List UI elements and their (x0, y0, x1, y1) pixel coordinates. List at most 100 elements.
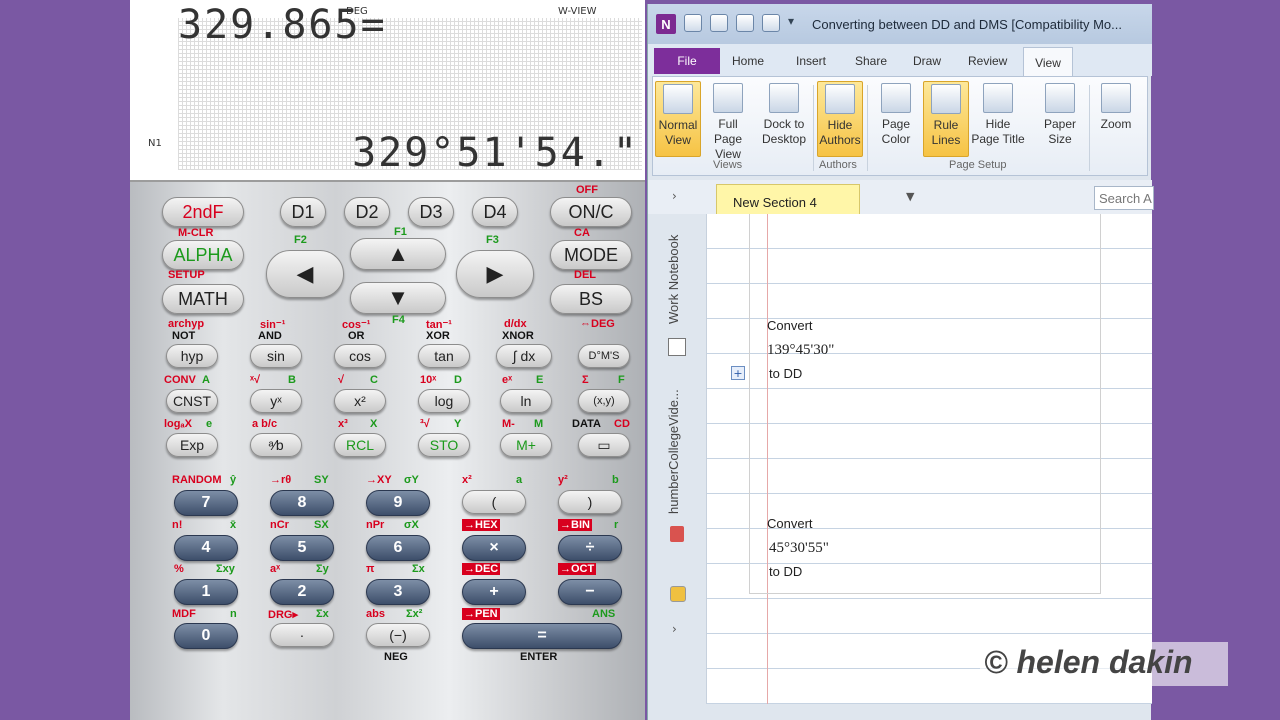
dock-icon[interactable] (736, 14, 754, 32)
more-notebooks-icon[interactable]: › (672, 622, 677, 636)
notebook-work[interactable]: Work Notebook (666, 235, 681, 324)
right-paren-key[interactable]: ) (558, 490, 622, 514)
right-arrow-key[interactable]: ▶ (456, 250, 534, 298)
d3-key[interactable]: D3 (408, 197, 454, 227)
ribbon-separator (867, 85, 868, 171)
key-1[interactable]: 1 (174, 579, 238, 605)
data-key[interactable]: ▭ (578, 433, 630, 457)
section-tab-new-section-4[interactable]: New Section 4 (716, 184, 860, 214)
key-6[interactable]: 6 (366, 535, 430, 561)
key-8[interactable]: 8 (270, 490, 334, 516)
key-0[interactable]: 0 (174, 623, 238, 649)
dms-key[interactable]: D°M'S (578, 344, 630, 368)
plus-key[interactable]: + (462, 579, 526, 605)
normal-view-icon (663, 84, 693, 114)
sum-x2-label: Σx² (406, 608, 423, 620)
key-5[interactable]: 5 (270, 535, 334, 561)
note-to-dd-1[interactable]: to DD (769, 366, 802, 381)
paper-size-button[interactable]: Paper Size (1037, 81, 1083, 157)
key-9[interactable]: 9 (366, 490, 430, 516)
log-key[interactable]: log (418, 389, 470, 413)
note-dms-value-1[interactable]: 139°45'30" (767, 342, 834, 359)
tab-home[interactable]: Home (732, 54, 764, 68)
cnst-key[interactable]: CNST (166, 389, 218, 413)
rcl-key[interactable]: RCL (334, 433, 386, 457)
sum-xy-label: Σxy (216, 563, 235, 575)
d4-key[interactable]: D4 (472, 197, 518, 227)
equals-key[interactable]: = (462, 623, 622, 649)
on-c-key[interactable]: ON/C (550, 197, 632, 227)
hyp-key[interactable]: hyp (166, 344, 218, 368)
2ndf-key[interactable]: 2ndF (162, 197, 244, 227)
back-icon[interactable] (684, 14, 702, 32)
multiply-key[interactable]: × (462, 535, 526, 561)
left-arrow-icon: ◀ (296, 261, 314, 286)
fraction-key[interactable]: ᵃ⁄b (250, 433, 302, 457)
alpha-key[interactable]: ALPHA (162, 240, 244, 270)
ncr-label: nCr (270, 519, 289, 531)
sin-key[interactable]: sin (250, 344, 302, 368)
watermark: © helen dakin (980, 642, 1228, 686)
tab-file[interactable]: File (654, 48, 720, 74)
mplus-key[interactable]: M+ (500, 433, 552, 457)
up-arrow-key[interactable]: ▲ (350, 238, 446, 270)
exp-key[interactable]: Exp (166, 433, 218, 457)
negative-key[interactable]: (−) (366, 623, 430, 647)
unfiled-notes-icon[interactable] (670, 586, 686, 602)
customize-toolbar-icon[interactable]: ▾ (788, 14, 806, 32)
tab-insert[interactable]: Insert (796, 54, 826, 68)
key-2[interactable]: 2 (270, 579, 334, 605)
full-page-view-button[interactable]: Full Page View (705, 81, 751, 161)
divide-key[interactable]: ÷ (558, 535, 622, 561)
group-page-setup-label: Page Setup (949, 159, 1007, 171)
integral-key[interactable]: ∫ dx (496, 344, 552, 368)
left-arrow-key[interactable]: ◀ (266, 250, 344, 298)
dock-to-desktop-button[interactable]: Dock to Desktop (757, 81, 811, 157)
search-input[interactable]: Search A (1094, 186, 1154, 210)
d2-key[interactable]: D2 (344, 197, 390, 227)
square-key[interactable]: x² (334, 389, 386, 413)
tan-key[interactable]: tan (418, 344, 470, 368)
rule-lines-button[interactable]: Rule Lines (923, 81, 969, 157)
full-page-icon[interactable] (762, 14, 780, 32)
ln-key[interactable]: ln (500, 389, 552, 413)
xy-paren-key[interactable]: (x,y) (578, 389, 630, 413)
key-3[interactable]: 3 (366, 579, 430, 605)
zoom-button[interactable]: Zoom (1093, 81, 1139, 157)
tab-share[interactable]: Share (855, 54, 887, 68)
tab-view[interactable]: View (1023, 47, 1073, 77)
hide-authors-button[interactable]: Hide Authors (817, 81, 863, 157)
key-4[interactable]: 4 (174, 535, 238, 561)
note-dms-value-2[interactable]: 45°30'55" (769, 540, 829, 557)
expand-outline-icon[interactable]: + (731, 366, 745, 380)
tab-draw[interactable]: Draw (913, 54, 941, 68)
notebook-red-icon (670, 526, 684, 542)
hide-page-title-button[interactable]: Hide Page Title (971, 81, 1025, 157)
d1-key[interactable]: D1 (280, 197, 326, 227)
decimal-point-key[interactable]: · (270, 623, 334, 647)
page-color-button[interactable]: Page Color (873, 81, 919, 157)
normal-view-button[interactable]: Normal View (655, 81, 701, 157)
note-to-dd-2[interactable]: to DD (769, 564, 802, 579)
tab-review[interactable]: Review (968, 54, 1007, 68)
notebook-humber[interactable]: humberCollegeVide... (666, 389, 681, 514)
to-hex-label: →HEX (462, 519, 500, 531)
mode-key[interactable]: MODE (550, 240, 632, 270)
undo-icon[interactable] (710, 14, 728, 32)
down-arrow-key[interactable]: ▼ (350, 282, 446, 314)
bs-key[interactable]: BS (550, 284, 632, 314)
key-7[interactable]: 7 (174, 490, 238, 516)
onenote-logo-icon: N (656, 14, 676, 34)
note-convert-1[interactable]: Convert (767, 318, 813, 333)
left-paren-key[interactable]: ( (462, 490, 526, 514)
minus-key[interactable]: − (558, 579, 622, 605)
note-convert-2[interactable]: Convert (767, 516, 813, 531)
mclr-label: M-CLR (178, 227, 214, 239)
cos-key[interactable]: cos (334, 344, 386, 368)
section-dropdown-icon[interactable]: ▼ (906, 190, 914, 203)
factorial-label: n! (172, 519, 183, 531)
math-key[interactable]: MATH (162, 284, 244, 314)
sto-key[interactable]: STO (418, 433, 470, 457)
power-key[interactable]: yˣ (250, 389, 302, 413)
expand-navigation-icon[interactable]: › (672, 189, 677, 203)
